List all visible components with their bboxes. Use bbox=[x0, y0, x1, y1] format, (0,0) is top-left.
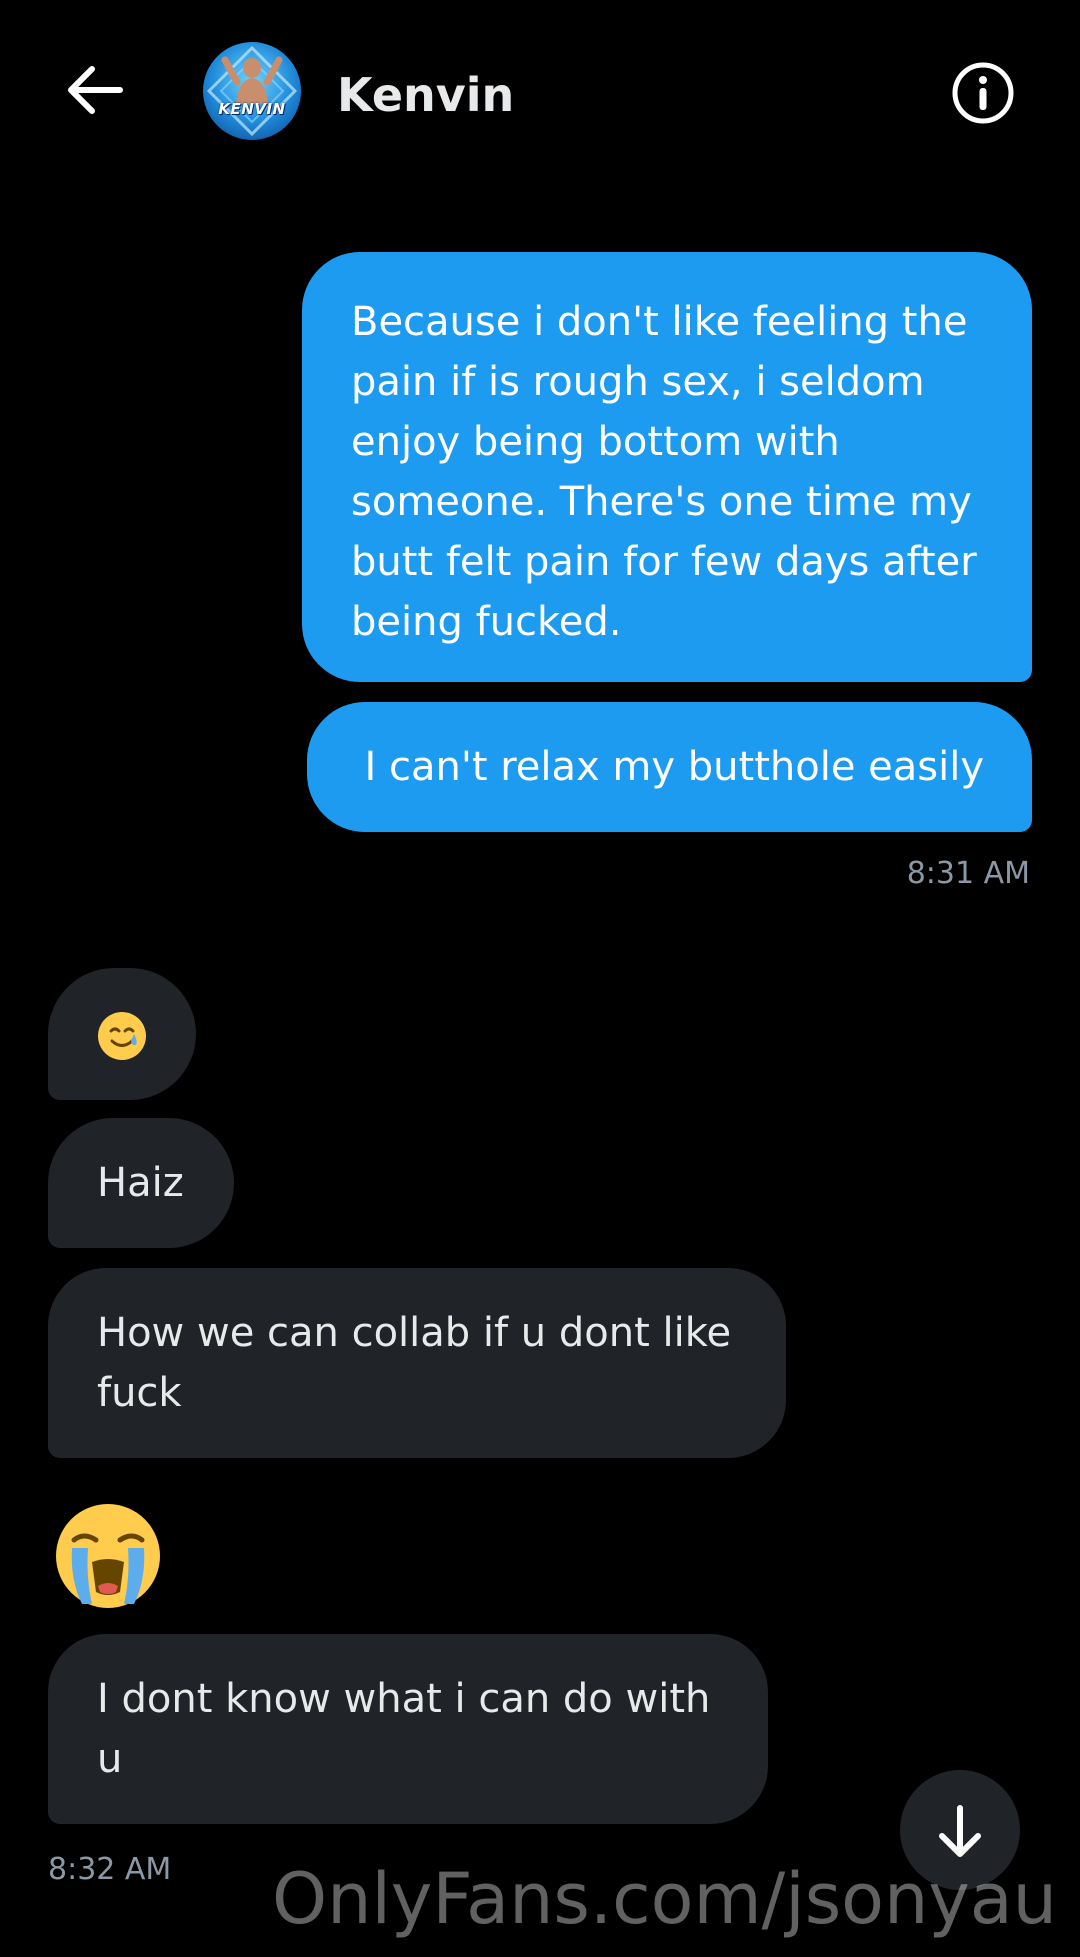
avatar-photo bbox=[206, 45, 298, 137]
received-message-bubble[interactable]: I dont know what i can do with u bbox=[48, 1634, 768, 1824]
loudly-crying-face-emoji[interactable] bbox=[52, 1500, 164, 1612]
received-message-bubble[interactable]: How we can collab if u dont like fuck bbox=[48, 1268, 786, 1458]
arrow-left-icon bbox=[68, 66, 123, 114]
received-message-bubble[interactable]: Haiz bbox=[48, 1118, 234, 1248]
received-emoji-bubble[interactable] bbox=[48, 968, 196, 1100]
info-circle-icon bbox=[952, 62, 1014, 124]
watermark-text: OnlyFans.com/jsonyau bbox=[272, 1858, 1058, 1940]
message-timestamp: 8:32 AM bbox=[48, 1852, 172, 1887]
avatar-label: KENVIN bbox=[218, 100, 286, 118]
contact-name[interactable]: Kenvin bbox=[337, 68, 514, 122]
message-timestamp: 8:31 AM bbox=[906, 856, 1030, 891]
smiling-face-with-tear-emoji bbox=[98, 1012, 146, 1060]
info-button[interactable] bbox=[950, 60, 1016, 126]
back-button[interactable] bbox=[62, 60, 132, 120]
sent-message-bubble[interactable]: I can't relax my butthole easily bbox=[307, 702, 1032, 832]
conversation-header: KENVIN Kenvin bbox=[0, 0, 1080, 180]
sent-message-bubble[interactable]: Because i don't like feeling the pain if… bbox=[302, 252, 1032, 682]
contact-avatar[interactable]: KENVIN bbox=[203, 42, 301, 140]
